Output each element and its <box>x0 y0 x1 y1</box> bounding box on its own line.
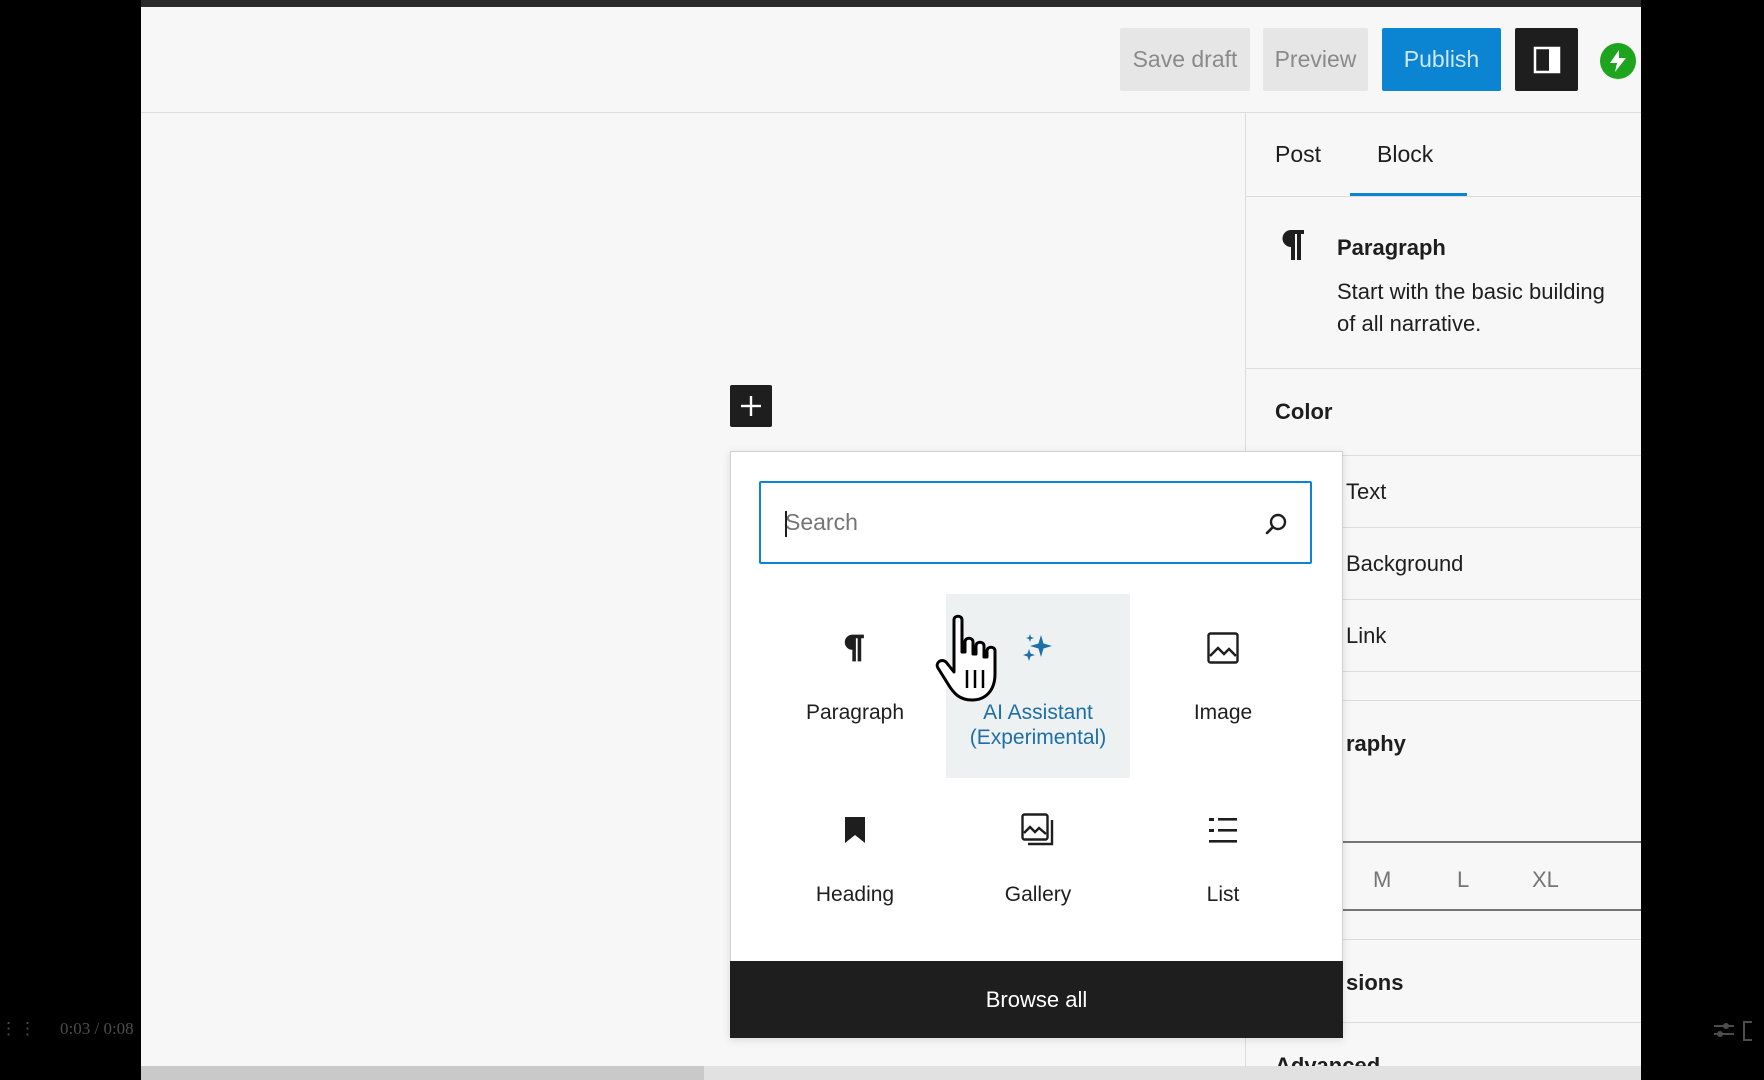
block-inserter-popover: Paragraph AI Assistant (Experimental) <box>730 451 1343 1038</box>
block-item-image[interactable]: Image <box>1131 594 1315 778</box>
jetpack-bolt-icon <box>1610 50 1626 72</box>
plus-icon <box>741 396 761 416</box>
gallery-icon <box>1016 808 1060 852</box>
save-draft-button[interactable]: Save draft <box>1120 28 1250 91</box>
add-block-button[interactable] <box>730 385 772 427</box>
preview-button[interactable]: Preview <box>1263 28 1368 91</box>
block-card-title: Paragraph <box>1337 235 1446 260</box>
sparkles-icon <box>1016 626 1060 670</box>
list-icon <box>1201 808 1245 852</box>
bookmark-icon <box>833 808 877 852</box>
block-item-list[interactable]: List <box>1131 776 1315 960</box>
block-desc-line: Start with the basic building <box>1337 279 1605 304</box>
pilcrow-icon <box>833 626 877 670</box>
video-frame: Save draft Preview Publish Post Block Pa… <box>0 0 1764 1080</box>
image-icon <box>1201 626 1245 670</box>
color-item-link[interactable]: Link <box>1346 623 1386 649</box>
font-size-l[interactable]: L <box>1457 867 1469 893</box>
block-card-description: Start with the basic building of all nar… <box>1337 276 1641 340</box>
jetpack-button[interactable] <box>1600 43 1636 79</box>
block-item-label: Paragraph <box>805 701 905 724</box>
block-item-label: AI Assistant (Experimental) <box>946 700 1130 750</box>
block-editor: Save draft Preview Publish Post Block Pa… <box>141 0 1641 1080</box>
color-panel-heading[interactable]: Color <box>1275 399 1332 425</box>
scrollbar-track <box>141 1066 1641 1080</box>
font-size-xl[interactable]: XL <box>1532 867 1559 893</box>
search-input[interactable] <box>785 483 1225 562</box>
block-item-label: Gallery <box>1004 883 1072 906</box>
tab-post[interactable]: Post <box>1275 141 1321 168</box>
font-size-m[interactable]: M <box>1373 867 1391 893</box>
block-item-label: Heading <box>815 883 895 906</box>
typography-panel-heading[interactable]: raphy <box>1346 731 1406 757</box>
hand-pointer-icon <box>935 614 997 702</box>
search-icon <box>1265 513 1287 535</box>
search-box[interactable] <box>759 481 1312 564</box>
divider <box>1246 368 1641 369</box>
divider <box>1246 196 1641 197</box>
dimensions-panel-heading[interactable]: sions <box>1346 970 1403 996</box>
video-progress[interactable] <box>141 1066 704 1080</box>
block-item-heading[interactable]: Heading <box>763 776 947 960</box>
player-settings-icon[interactable] <box>1712 1020 1752 1044</box>
tab-block[interactable]: Block <box>1377 141 1433 168</box>
editor-header: Save draft Preview Publish <box>141 7 1641 113</box>
sidebar-toggle-icon <box>1533 46 1560 73</box>
settings-toggle-button[interactable] <box>1515 28 1578 91</box>
block-item-paragraph[interactable]: Paragraph <box>763 594 947 778</box>
block-item-label: Image <box>1193 701 1253 724</box>
browse-all-button[interactable]: Browse all <box>730 961 1343 1038</box>
time-text: 0:03 / 0:08 <box>60 1019 134 1038</box>
video-time-readout: ⋮⋮ 0:03 / 0:08 <box>0 1019 134 1038</box>
text-caret <box>785 511 787 537</box>
block-item-label: List <box>1206 883 1240 906</box>
color-item-text[interactable]: Text <box>1346 479 1386 505</box>
ai-label-line-2: (Experimental) <box>969 726 1107 749</box>
block-desc-line: of all narrative. <box>1337 311 1482 336</box>
top-strip <box>141 0 1641 7</box>
publish-button[interactable]: Publish <box>1382 28 1501 91</box>
color-item-background[interactable]: Background <box>1346 551 1463 577</box>
pilcrow-icon <box>1282 230 1304 260</box>
block-item-gallery[interactable]: Gallery <box>946 776 1130 960</box>
